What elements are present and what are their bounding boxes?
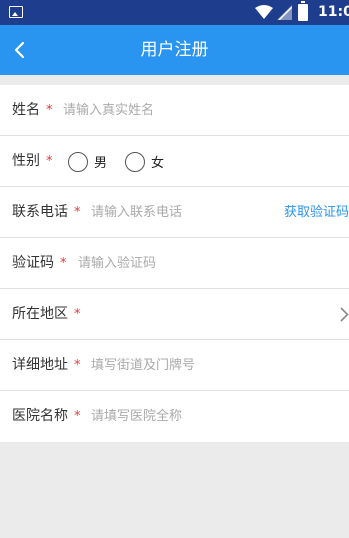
address-label: 详细地址 *: [12, 340, 81, 391]
radio-circle-icon: [125, 151, 146, 172]
phone-label: 联系电话 *: [12, 187, 81, 238]
code-input[interactable]: [78, 251, 328, 276]
hospital-label-text: 医院名称: [12, 408, 68, 424]
get-code-button[interactable]: 获取验证码: [284, 187, 349, 238]
name-label: 姓名 *: [12, 85, 53, 136]
name-input[interactable]: [63, 98, 333, 123]
name-label-text: 姓名: [12, 102, 40, 118]
required-mark: *: [74, 205, 81, 220]
app-bar: 用户注册: [0, 25, 349, 75]
gender-option-label: 男: [94, 156, 108, 171]
required-mark: *: [46, 154, 53, 169]
address-label-text: 详细地址: [12, 357, 68, 373]
required-mark: *: [74, 358, 81, 373]
signal-icon: [277, 5, 292, 20]
chevron-left-icon: [14, 41, 25, 59]
hospital-label: 医院名称 *: [12, 391, 81, 442]
gender-option-female[interactable]: 女: [125, 151, 165, 172]
battery-icon: [298, 1, 308, 21]
gender-option-male[interactable]: 男: [68, 151, 108, 172]
required-mark: *: [60, 256, 67, 271]
registration-form: 姓名* 性别* 男 女 联系电话* 获取验证码 验证码* 所在地区* 详细: [0, 85, 349, 442]
page-title: 用户注册: [140, 40, 209, 60]
address-input[interactable]: [91, 353, 331, 378]
required-mark: *: [74, 307, 81, 322]
status-time: 11:05: [318, 4, 349, 20]
gender-radio-group: 男 女: [68, 136, 182, 187]
gender-option-label: 女: [151, 156, 165, 171]
code-label: 验证码 *: [12, 238, 67, 289]
region-row[interactable]: 所在地区 *: [0, 289, 349, 340]
status-bar: 11:05: [0, 0, 349, 25]
code-label-text: 验证码: [12, 255, 54, 271]
hospital-row: 医院名称 *: [0, 391, 349, 442]
gender-label-text: 性别: [12, 153, 40, 169]
required-mark: *: [74, 409, 81, 424]
name-row: 姓名 *: [0, 85, 349, 136]
gender-row: 性别 * 男 女: [0, 136, 349, 187]
code-row: 验证码 *: [0, 238, 349, 289]
region-label-text: 所在地区: [12, 306, 68, 322]
image-notification-icon: [9, 6, 23, 18]
phone-label-text: 联系电话: [12, 204, 68, 220]
required-mark: *: [46, 103, 53, 118]
radio-circle-icon: [68, 151, 88, 172]
region-label: 所在地区 *: [12, 289, 81, 340]
wifi-icon: [255, 5, 273, 19]
address-row: 详细地址 *: [0, 340, 349, 391]
gender-label: 性别 *: [12, 136, 53, 187]
phone-input[interactable]: [91, 200, 271, 225]
chevron-right-icon[interactable]: [340, 307, 349, 322]
hospital-input[interactable]: [91, 404, 331, 429]
phone-row: 联系电话 * 获取验证码: [0, 187, 349, 238]
back-button[interactable]: [0, 25, 44, 75]
